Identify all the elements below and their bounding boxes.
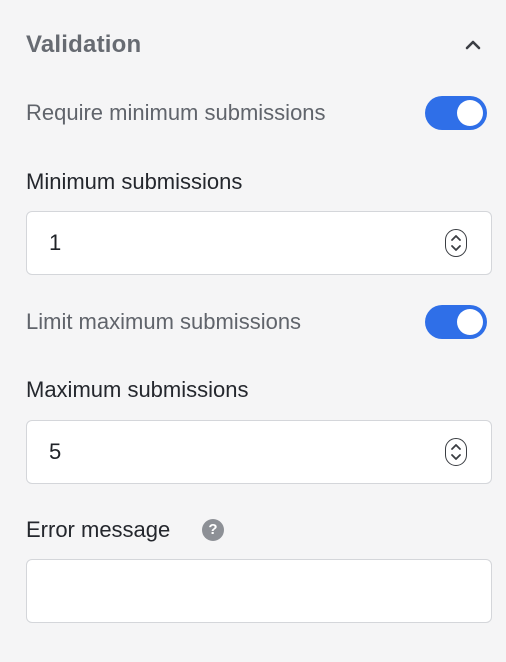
max-submissions-value: 5	[49, 439, 62, 464]
limit-max-toggle[interactable]	[425, 305, 487, 339]
min-submissions-input[interactable]: 1	[26, 211, 492, 275]
toggle-knob	[457, 309, 483, 335]
chevron-up-icon	[465, 40, 481, 50]
max-submissions-label: Maximum submissions	[26, 377, 249, 402]
require-min-toggle[interactable]	[425, 96, 487, 130]
toggle-knob	[457, 100, 483, 126]
error-message-label: Error message	[26, 517, 171, 542]
validation-section-header[interactable]: Validation	[26, 28, 486, 64]
validation-panel: Validation Require minimum submissions M…	[0, 0, 506, 662]
max-submissions-input[interactable]: 5	[26, 420, 492, 484]
stepper-icon	[451, 444, 461, 460]
limit-max-label: Limit maximum submissions	[26, 309, 302, 334]
min-submissions-stepper[interactable]	[445, 229, 467, 257]
min-submissions-value: 1	[49, 230, 62, 255]
max-submissions-stepper[interactable]	[445, 438, 467, 466]
require-min-label: Require minimum submissions	[26, 100, 326, 125]
min-submissions-label: Minimum submissions	[26, 169, 243, 194]
error-message-input[interactable]	[26, 559, 492, 623]
help-icon[interactable]: ?	[202, 519, 224, 541]
stepper-icon	[451, 235, 461, 251]
collapse-button[interactable]	[460, 32, 486, 58]
section-title: Validation	[26, 31, 142, 58]
